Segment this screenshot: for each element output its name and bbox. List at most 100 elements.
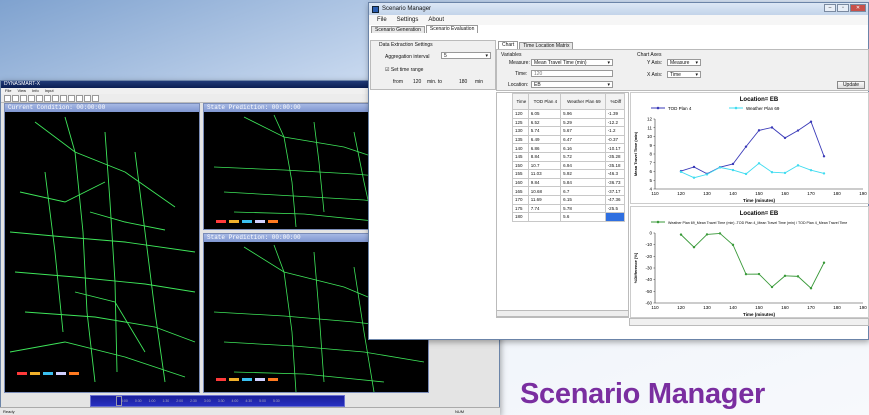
toolbar-button[interactable] [28, 94, 35, 102]
toolbar-button[interactable] [12, 94, 19, 102]
y-axis-select[interactable]: Measure ▾ [667, 59, 701, 66]
table-cell[interactable]: 150 [512, 160, 529, 171]
menu-view[interactable]: View [17, 88, 26, 94]
table-cell[interactable]: -46.3 [604, 169, 626, 179]
set-time-range-checkbox[interactable]: ☑ Set time range [385, 67, 423, 73]
table-cell[interactable]: -10.17 [604, 143, 626, 153]
toolbar-button[interactable] [52, 94, 59, 102]
table-cell[interactable]: 8.84 [527, 151, 562, 162]
table-row[interactable]: 155 11.03 5.92 -46.3 [512, 169, 626, 179]
table-cell[interactable]: -0.37 [604, 134, 626, 145]
to-value[interactable]: 180 [459, 79, 467, 85]
table-cell[interactable]: 10.68 [527, 186, 562, 196]
table-cell[interactable]: 6.16 [560, 143, 606, 153]
menu-file[interactable]: File [5, 88, 11, 94]
table-cell[interactable]: 5.74 [527, 126, 562, 136]
table-cell[interactable]: -35.28 [604, 151, 626, 162]
table-header[interactable]: TOD Plan 4 [527, 93, 562, 110]
toolbar-button[interactable] [84, 94, 91, 102]
toolbar-button[interactable] [60, 94, 67, 102]
tab-time-location-matrix[interactable]: Time Location Matrix [519, 42, 574, 49]
table-cell[interactable]: 5.72 [560, 151, 606, 162]
tab-scenario-evaluation[interactable]: Scenario Evaluation [425, 25, 479, 33]
table-row[interactable]: 150 10.7 6.94 -35.18 [512, 160, 626, 171]
table-cell[interactable]: 11.69 [527, 194, 562, 205]
menu-file[interactable]: File [377, 17, 387, 23]
table-cell[interactable]: 5.78 [560, 203, 606, 214]
road-network-map[interactable] [5, 112, 201, 394]
toolbar-button[interactable] [20, 94, 27, 102]
toolbar-button[interactable] [68, 94, 75, 102]
table-row[interactable]: 130 5.74 5.67 -1.2 [512, 126, 626, 136]
table-cell[interactable]: 5.96 [560, 109, 606, 119]
toolbar-button[interactable] [36, 94, 43, 102]
table-cell[interactable]: 11.03 [527, 169, 562, 179]
toolbar-button[interactable] [76, 94, 83, 102]
table-cell[interactable]: 130 [512, 126, 529, 136]
toolbar-button[interactable] [92, 94, 99, 102]
table-cell[interactable]: 125 [512, 117, 529, 128]
table-cell[interactable]: 165 [512, 186, 529, 196]
table-cell[interactable]: 170 [512, 194, 529, 205]
table-cell[interactable]: -12.2 [604, 117, 626, 128]
table-cell[interactable]: -1.39 [604, 109, 626, 119]
table-row[interactable]: 180 5.6 [512, 212, 626, 222]
table-cell[interactable]: -47.36 [604, 194, 626, 205]
table-row[interactable]: 120 6.05 5.96 -1.39 [512, 109, 626, 119]
close-button[interactable]: ✕ [850, 4, 866, 12]
update-button[interactable]: Update [837, 81, 865, 89]
table-cell[interactable]: 7.74 [527, 203, 562, 214]
table-row[interactable]: 135 6.49 6.47 -0.37 [512, 134, 626, 145]
table-cell[interactable]: 145 [512, 151, 529, 162]
menu-about[interactable]: About [428, 17, 444, 23]
table-cell[interactable]: 6.7 [560, 186, 606, 196]
table-cell[interactable]: 140 [512, 143, 529, 153]
table-cell[interactable]: 10.7 [527, 160, 562, 171]
table-cell[interactable] [604, 212, 626, 222]
table-cell[interactable]: 155 [512, 169, 529, 179]
maximize-button[interactable]: ▫ [837, 4, 849, 12]
table-row[interactable]: 165 10.68 6.7 -37.17 [512, 186, 626, 196]
table-cell[interactable]: 175 [512, 203, 529, 214]
table-cell[interactable]: 120 [512, 109, 529, 119]
table-cell[interactable]: 6.15 [560, 194, 606, 205]
map-window-current[interactable]: Current Condition: 00:00:00 [4, 103, 200, 393]
table-cell[interactable]: 6.49 [527, 134, 562, 145]
table-row[interactable]: 160 9.84 5.84 -36.73 [512, 177, 626, 188]
table-cell[interactable]: 135 [512, 134, 529, 145]
tab-scenario-generation[interactable]: Scenario Generation [371, 26, 425, 33]
table-cell[interactable]: 160 [512, 177, 529, 188]
table-cell[interactable]: -25.5 [604, 203, 626, 214]
table-cell[interactable]: -37.17 [604, 186, 626, 196]
table-cell[interactable]: 5.84 [560, 177, 606, 188]
measure-select[interactable]: Mean Travel Time (min) ▾ [531, 59, 613, 66]
location-select[interactable]: EB ▾ [531, 81, 613, 88]
tab-chart[interactable]: Chart [498, 41, 519, 49]
table-row[interactable]: 145 8.84 5.72 -35.28 [512, 151, 626, 162]
toolbar-button[interactable] [4, 94, 11, 102]
chart-scrollbar[interactable] [629, 318, 869, 326]
table-cell[interactable]: 6.86 [527, 143, 562, 153]
table-header[interactable]: Weather Plan 69 [560, 93, 606, 110]
simulation-timeline[interactable]: 0:00 0:30 1:00 1:30 2:00 2:30 3:00 3:30 4:00 4:30… [90, 395, 345, 407]
menu-settings[interactable]: Settings [397, 17, 419, 23]
table-row[interactable]: 140 6.86 6.16 -10.17 [512, 143, 626, 153]
table-header[interactable]: Time [512, 93, 529, 110]
table-cell[interactable]: 180 [512, 212, 529, 222]
from-value[interactable]: 120 [413, 79, 421, 85]
table-cell[interactable]: 6.05 [527, 109, 562, 119]
table-cell[interactable]: 6.94 [560, 160, 606, 171]
table-cell[interactable]: 5.29 [560, 117, 606, 128]
table-cell[interactable] [527, 212, 562, 222]
timeline-slider-thumb[interactable] [116, 396, 122, 406]
table-row[interactable]: 175 7.74 5.78 -25.5 [512, 203, 626, 214]
table-cell[interactable]: 9.84 [527, 177, 562, 188]
table-cell[interactable]: -36.73 [604, 177, 626, 188]
table-row[interactable]: 170 11.69 6.15 -47.36 [512, 194, 626, 205]
menu-info[interactable]: Info [32, 88, 39, 94]
table-cell[interactable]: 5.92 [560, 169, 606, 179]
menu-input[interactable]: Input [45, 88, 54, 94]
table-cell[interactable]: 5.67 [560, 126, 606, 136]
x-axis-select[interactable]: Time ▾ [667, 71, 701, 78]
time-select[interactable]: 120 [531, 70, 613, 77]
